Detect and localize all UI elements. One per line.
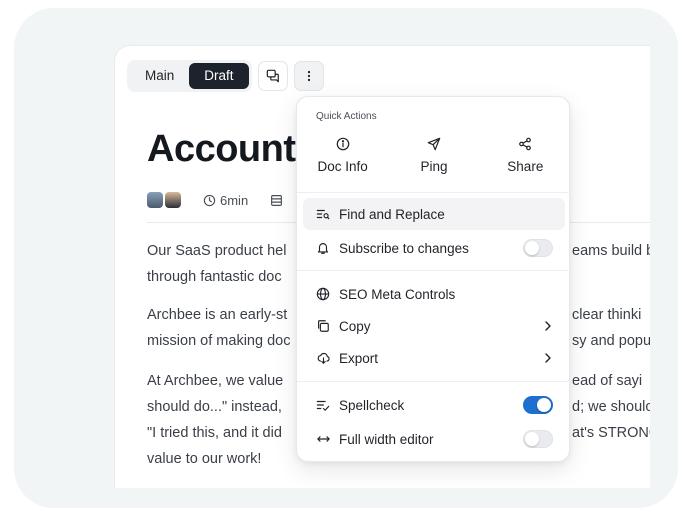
contributors[interactable]: [147, 192, 181, 208]
menu-item-export[interactable]: Export: [303, 342, 565, 374]
menu-separator: [297, 381, 571, 382]
quick-action-share[interactable]: Share: [480, 137, 571, 174]
chevron-right-icon: [543, 321, 553, 331]
send-icon: [427, 137, 441, 151]
menu-item-seo-meta[interactable]: SEO Meta Controls: [303, 278, 565, 310]
quick-action-ping[interactable]: Ping: [388, 137, 479, 174]
document-icon: [271, 194, 283, 206]
avatar: [147, 192, 163, 208]
more-vertical-icon: [307, 70, 310, 82]
menu-item-copy[interactable]: Copy: [303, 310, 565, 342]
read-time: 6min: [203, 193, 248, 208]
menu-item-subscribe[interactable]: Subscribe to changes: [303, 232, 565, 264]
quick-actions: Doc Info Ping Share: [297, 137, 571, 174]
spellcheck-icon: [315, 397, 331, 413]
menu-item-spellcheck[interactable]: Spellcheck: [303, 389, 565, 421]
arrows-horizontal-icon: [315, 431, 331, 447]
info-icon: [336, 137, 349, 151]
toggle-knob: [537, 398, 551, 412]
menu-separator: [297, 270, 571, 271]
version-switcher: Main Draft: [127, 60, 252, 92]
chevron-right-icon: [543, 353, 553, 363]
doc-meta: 6min: [147, 190, 283, 210]
menu-item-full-width[interactable]: Full width editor: [303, 423, 565, 455]
menu-heading: Quick Actions: [316, 111, 377, 122]
more-options-menu: Quick Actions Doc Info Ping Share Find a…: [296, 96, 571, 462]
page-title: Account: [147, 128, 296, 170]
quick-action-label: Doc Info: [317, 159, 368, 174]
spellcheck-toggle[interactable]: [523, 396, 553, 414]
toggle-knob: [525, 241, 539, 255]
toggle-knob: [525, 432, 539, 446]
find-replace-icon: [315, 206, 331, 222]
read-time-label: 6min: [220, 192, 249, 208]
comment-icon: [266, 69, 279, 83]
subscribe-toggle[interactable]: [523, 239, 553, 257]
avatar: [165, 192, 181, 208]
copy-icon: [315, 318, 331, 334]
doc-meta-extra: [270, 194, 283, 207]
bell-icon: [315, 240, 331, 256]
more-options-button[interactable]: [293, 61, 324, 91]
comments-button[interactable]: [257, 61, 288, 91]
quick-action-label: Share: [507, 159, 544, 174]
quick-action-label: Ping: [420, 159, 448, 174]
menu-item-find-replace[interactable]: Find and Replace: [303, 198, 565, 230]
globe-icon: [315, 286, 331, 302]
tab-draft[interactable]: Draft: [189, 63, 249, 89]
quick-action-doc-info[interactable]: Doc Info: [297, 137, 388, 174]
clock-icon: [203, 194, 216, 206]
tab-main[interactable]: Main: [130, 63, 189, 89]
share-icon: [519, 137, 532, 151]
menu-separator: [297, 192, 571, 193]
full-width-toggle[interactable]: [523, 430, 553, 448]
cloud-download-icon: [315, 350, 331, 366]
editor-toolbar: Main Draft: [127, 60, 324, 92]
